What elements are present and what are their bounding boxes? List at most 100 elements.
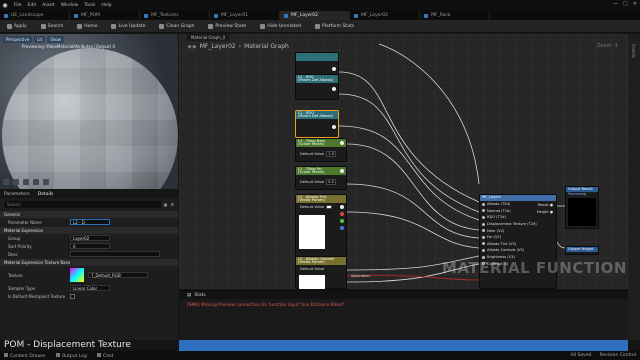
sort-priority-input[interactable]: 0 (70, 243, 110, 249)
sphere-icon[interactable] (13, 179, 19, 185)
tab-mf-layer02-active[interactable]: MF_Layer02 (280, 11, 350, 20)
cylinder-icon[interactable] (3, 179, 9, 185)
tab-ue-landscape[interactable]: UE_Landscape (0, 11, 70, 20)
sampler-type-dropdown[interactable]: Linear Color (70, 285, 110, 291)
output-pin[interactable] (332, 87, 336, 91)
input-pin[interactable] (482, 248, 485, 252)
input-pin[interactable] (482, 229, 485, 233)
menu-tools[interactable]: Tools (84, 3, 95, 8)
tab-mf-layer02[interactable]: MF_Layer02 (350, 11, 420, 20)
plane-icon[interactable] (23, 179, 29, 185)
input-pin[interactable] (482, 202, 485, 206)
show-button[interactable]: Show (47, 36, 64, 43)
section-material-expression[interactable]: Material Expression (0, 227, 178, 234)
input-pin[interactable] (482, 242, 485, 246)
tab-parameters[interactable]: Parameters (4, 192, 30, 197)
rdo-texture-node[interactable]: L2 - RDO (Param Def Albedo) (295, 74, 339, 100)
menu-file[interactable]: File (14, 3, 22, 8)
revision-control-button[interactable]: Revision Control (599, 353, 636, 358)
tiling-far-node[interactable]: L2 - Tiling Far (Scalar Param) Default Va… (295, 166, 347, 190)
stats-tab[interactable]: ▤ Stats (179, 291, 628, 299)
lit-button[interactable]: Lit (34, 36, 46, 43)
rdo-texture-node-selected[interactable]: L2 - RDO (Param Def Albedo) (295, 110, 339, 138)
output-pin-r[interactable] (340, 212, 344, 216)
section-texture-base[interactable]: Material Expression Texture Base (0, 259, 178, 266)
input-pin[interactable] (482, 209, 485, 213)
clean-graph-button[interactable]: Clean Graph (156, 21, 197, 31)
details-search-input[interactable]: Search (4, 200, 161, 208)
tab-mf-pom[interactable]: MF_POM (70, 11, 140, 20)
apply-button[interactable]: Apply (4, 21, 30, 31)
output-row[interactable]: Result ● (537, 203, 553, 210)
home-button[interactable]: Home (74, 21, 100, 31)
minimize-icon[interactable]: — (613, 1, 618, 7)
menu-asset[interactable]: Asset (42, 3, 54, 8)
output-pin[interactable] (332, 67, 336, 71)
cube-icon[interactable] (33, 179, 39, 185)
albedo-tint-node[interactable]: L2 - Albedo Tint (Vector Param) Default V… (295, 194, 347, 260)
menu-help[interactable]: Help (101, 3, 111, 8)
all-saved-button[interactable]: All Saved (571, 353, 592, 358)
texture-picker[interactable]: T_Default_RGB (88, 272, 148, 278)
close-icon[interactable]: ✕ (633, 1, 637, 7)
cmd-button[interactable]: Cmd (96, 352, 113, 359)
default-value-input[interactable]: 5.0 (326, 179, 336, 185)
menu-edit[interactable]: Edit (28, 3, 37, 8)
tab-mf-textures[interactable]: MF_Textures (140, 11, 210, 20)
live-update-button[interactable]: Live Update (108, 21, 148, 31)
output-pin[interactable] (332, 125, 336, 129)
texture-thumbnail[interactable] (70, 268, 84, 282)
search-button[interactable]: Search (38, 21, 66, 31)
tiling-near-node[interactable]: L2 - Tiling Near (Scalar Param) Default V… (295, 138, 347, 162)
unreal-logo-icon[interactable]: ◉ (0, 0, 10, 10)
input-pin-row[interactable]: Albedo Controls (V3) (480, 247, 556, 254)
tab-mf-layer01[interactable]: MF_Layer01 (210, 11, 280, 20)
output-pin[interactable] (340, 169, 344, 173)
input-pin[interactable] (482, 235, 485, 239)
output-pin[interactable] (340, 141, 344, 145)
input-pin[interactable] (482, 215, 485, 219)
graph-tab[interactable]: Material Graph_0 (187, 34, 230, 41)
parameter-name-input[interactable]: L2 - D (70, 219, 110, 225)
group-dropdown[interactable]: Layer02 (70, 235, 110, 241)
back-icon[interactable]: ◀ (187, 44, 191, 50)
breadcrumb-item[interactable]: MF_Layer02 (200, 43, 236, 50)
palette-sidebar[interactable]: Palette (628, 34, 640, 340)
perspective-button[interactable]: Perspective (3, 36, 33, 43)
default-meshpaint-checkbox[interactable] (70, 293, 75, 299)
output-result-node[interactable]: Output Result Processing (565, 186, 599, 229)
teapot-icon[interactable] (43, 179, 49, 185)
output-pin-b[interactable] (340, 226, 344, 230)
input-pin-row[interactable]: Far (V2) (480, 234, 556, 241)
tab-details[interactable]: Details (38, 192, 54, 197)
preview-state-button[interactable]: Preview State (205, 21, 249, 31)
forward-icon[interactable]: ▶ (193, 44, 197, 50)
settings-icon[interactable]: ⚙ (170, 202, 174, 207)
output-height-node[interactable]: Output Height (565, 246, 599, 255)
input-pin[interactable] (482, 222, 485, 226)
color-swatch[interactable] (326, 205, 333, 209)
material-graph[interactable]: Material Graph_0 ◀ ▶ MF_Layer02 › Materia… (179, 34, 628, 289)
output-log-button[interactable]: Output Log (55, 352, 87, 359)
platform-stats-button[interactable]: Platform Stats (312, 21, 357, 31)
grid-view-icon[interactable]: ▦ (164, 202, 168, 207)
node-subtitle: (Param Def Albedo) (298, 114, 334, 119)
menu-window[interactable]: Window (61, 3, 79, 8)
tab-mf-rock[interactable]: MF_Rock (420, 11, 490, 20)
input-pin-row[interactable]: Near (V2) (480, 227, 556, 234)
section-general[interactable]: General (0, 211, 178, 218)
hide-unrelated-button[interactable]: Hide Unrelated (257, 21, 304, 31)
content-drawer-button[interactable]: Content Drawer (4, 352, 46, 359)
output-row[interactable]: Height ● (537, 210, 553, 217)
default-value-input[interactable]: 1.0 (326, 151, 336, 157)
preview-viewport[interactable]: Perspective Lit Show Previewing: MakeMat… (0, 34, 178, 189)
maximize-icon[interactable]: □ (623, 1, 628, 7)
output-pin-g[interactable] (340, 219, 344, 223)
desc-input[interactable] (70, 251, 160, 257)
input-pin-row[interactable]: Albedo Tint (V3) (480, 241, 556, 248)
albedo-controls-node[interactable]: L2 - Albedo Controls (Vector Param) Defau… (295, 256, 347, 289)
breadcrumb-item[interactable]: Material Graph (244, 43, 289, 50)
output-pin[interactable] (340, 205, 344, 209)
palette-tab[interactable]: Palette (631, 44, 636, 58)
input-pin-row[interactable]: Displacement Texture (T2d) (480, 221, 556, 228)
